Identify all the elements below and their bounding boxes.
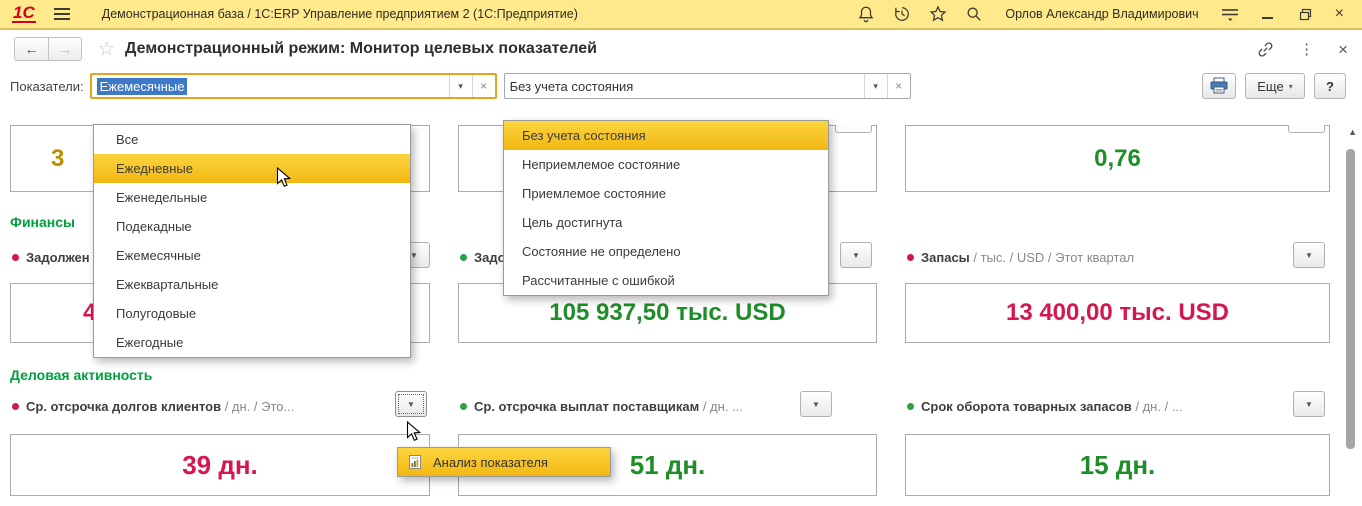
dropdown-item[interactable]: Неприемлемое состояние — [504, 150, 828, 179]
period-dropdown-list: Все Ежедневные Еженедельные Подекадные Е… — [93, 124, 411, 358]
main-menu-icon[interactable] — [53, 8, 70, 20]
window-titlebar: 1С Демонстрационная база / 1С:ERP Управл… — [0, 0, 1362, 30]
dropdown-item-highlighted[interactable]: Ежедневные — [94, 154, 410, 183]
period-clear-icon[interactable]: × — [471, 75, 495, 97]
status-bullet — [460, 402, 467, 410]
print-button[interactable] — [1202, 73, 1236, 99]
business-values-row: 39 дн. 51 дн. 15 дн. — [10, 434, 1362, 496]
more-actions-kebab-icon[interactable]: ⋮ — [1299, 40, 1314, 58]
indicator-menu-button-clipped[interactable] — [1288, 125, 1325, 133]
dropdown-item[interactable]: Ежемесячные — [94, 241, 410, 270]
notifications-bell-icon[interactable] — [853, 2, 879, 26]
indicator-value-fragment: 3 — [51, 144, 65, 172]
indicator-label: Ср. отсрочка долгов клиентов / дн. / Это… — [10, 391, 430, 420]
state-clear-icon[interactable]: × — [886, 74, 910, 98]
minimize-button[interactable] — [1261, 8, 1274, 20]
dropdown-item[interactable]: Ежегодные — [94, 328, 410, 357]
state-dropdown-arrow-icon[interactable]: ▾ — [863, 74, 887, 98]
more-button[interactable]: Еще ▾ — [1245, 73, 1305, 99]
dropdown-item-highlighted[interactable]: Без учета состояния — [504, 121, 828, 150]
state-combobox[interactable]: Без учета состояния ▾ × — [503, 73, 911, 99]
indicator-value: 15 дн. — [1079, 449, 1156, 480]
mouse-cursor — [406, 420, 424, 448]
chevron-down-icon: ▾ — [1288, 81, 1293, 91]
mouse-cursor — [276, 166, 294, 194]
status-bullet — [460, 253, 467, 261]
dropdown-item[interactable]: Приемлемое состояние — [504, 179, 828, 208]
filter-toolbar: Показатели: Ежемесячные ▾ × Без учета со… — [0, 68, 1362, 104]
period-dropdown-arrow-icon[interactable]: ▾ — [448, 75, 472, 97]
favorite-star-icon[interactable]: ☆ — [98, 38, 115, 61]
indicator-menu-button[interactable]: ▼ — [800, 391, 832, 417]
scrollbar-up-arrow[interactable]: ▲ — [1348, 127, 1357, 137]
form-caption-bar: ← → ☆ Демонстрационный режим: Монитор це… — [0, 30, 1362, 68]
analysis-report-icon — [409, 455, 421, 469]
indicator-value: 105 937,50 тыс. USD — [549, 299, 786, 326]
close-window-button[interactable]: × — [1335, 6, 1344, 22]
dropdown-item[interactable]: Цель достигнута — [504, 208, 828, 237]
get-link-icon[interactable] — [1256, 40, 1275, 59]
indicator-context-menu: Анализ показателя — [397, 447, 611, 477]
back-button[interactable]: ← — [15, 38, 48, 60]
dropdown-item[interactable]: Рассчитанные с ошибкой — [504, 266, 828, 295]
favorites-star-icon[interactable] — [925, 2, 951, 26]
printer-icon — [1210, 77, 1228, 94]
page-title: Демонстрационный режим: Монитор целевых … — [125, 40, 598, 57]
indicator-menu-button-focused[interactable]: ▼ — [395, 391, 427, 417]
app-window: 1С Демонстрационная база / 1С:ERP Управл… — [0, 0, 1362, 506]
user-name[interactable]: Орлов Александр Владимирович — [1005, 7, 1198, 21]
forward-button[interactable]: → — [48, 38, 81, 60]
business-labels-row: Ср. отсрочка долгов клиентов / дн. / Это… — [10, 391, 1362, 420]
indicator-menu-button[interactable]: ▼ — [1293, 391, 1325, 417]
dropdown-item[interactable]: Полугодовые — [94, 299, 410, 328]
close-form-button[interactable]: × — [1338, 41, 1348, 58]
dropdown-item[interactable]: Состояние не определено — [504, 237, 828, 266]
indicator-panel: 13 400,00 тыс. USD — [905, 283, 1330, 343]
status-bullet — [907, 253, 914, 261]
indicator-menu-button-clipped[interactable] — [835, 125, 872, 133]
indicator-panel: 15 дн. — [905, 434, 1330, 496]
nav-button-group: ← → — [14, 37, 82, 61]
indicator-label: Срок оборота товарных запасов / дн. / ..… — [905, 391, 1330, 420]
indicator-value: 51 дн. — [629, 449, 706, 480]
search-icon[interactable] — [961, 2, 987, 26]
indicator-value: 0,76 — [1094, 144, 1141, 172]
indicator-panel: 0,76 — [905, 125, 1330, 192]
scrollbar-thumb[interactable] — [1346, 149, 1355, 449]
indicator-value: 13 400,00 тыс. USD — [1005, 299, 1230, 326]
help-button[interactable]: ? — [1314, 73, 1346, 99]
dropdown-item[interactable]: Все — [94, 125, 410, 154]
indicator-menu-button[interactable]: ▼ — [1293, 242, 1325, 268]
filter-label: Показатели: — [10, 78, 84, 94]
period-combobox[interactable]: Ежемесячные ▾ × — [89, 73, 497, 99]
dropdown-item[interactable]: Подекадные — [94, 212, 410, 241]
monitor-content: 3 0,76 Финансы Задолжен ▼ Задол ▼ Запасы… — [0, 120, 1362, 506]
history-icon[interactable] — [889, 2, 915, 26]
1c-logo: 1С — [12, 3, 36, 23]
restore-button[interactable] — [1293, 2, 1319, 26]
state-dropdown-list: Без учета состояния Неприемлемое состоян… — [503, 120, 829, 296]
status-bullet — [907, 402, 914, 410]
state-combobox-value[interactable]: Без учета состояния — [505, 74, 864, 98]
indicator-label: Запасы / тыс. / USD / Этот квартал ▼ — [905, 242, 1330, 271]
service-menu-icon[interactable] — [1217, 2, 1243, 26]
dropdown-item[interactable]: Еженедельные — [94, 183, 410, 212]
indicator-panel: 39 дн. — [10, 434, 430, 496]
indicator-label: Ср. отсрочка выплат поставщикам / дн. ..… — [458, 391, 877, 420]
section-header-business: Деловая активность — [10, 367, 153, 383]
status-bullet — [12, 402, 19, 410]
window-title: Демонстрационная база / 1С:ERP Управлени… — [101, 7, 578, 21]
indicator-value: 39 дн. — [182, 449, 258, 480]
period-combobox-value[interactable]: Ежемесячные — [92, 75, 449, 97]
indicator-menu-button[interactable]: ▼ — [840, 242, 872, 268]
dropdown-item[interactable]: Ежеквартальные — [94, 270, 410, 299]
context-menu-item-analyze[interactable]: Анализ показателя — [398, 448, 610, 476]
status-bullet — [12, 253, 19, 261]
